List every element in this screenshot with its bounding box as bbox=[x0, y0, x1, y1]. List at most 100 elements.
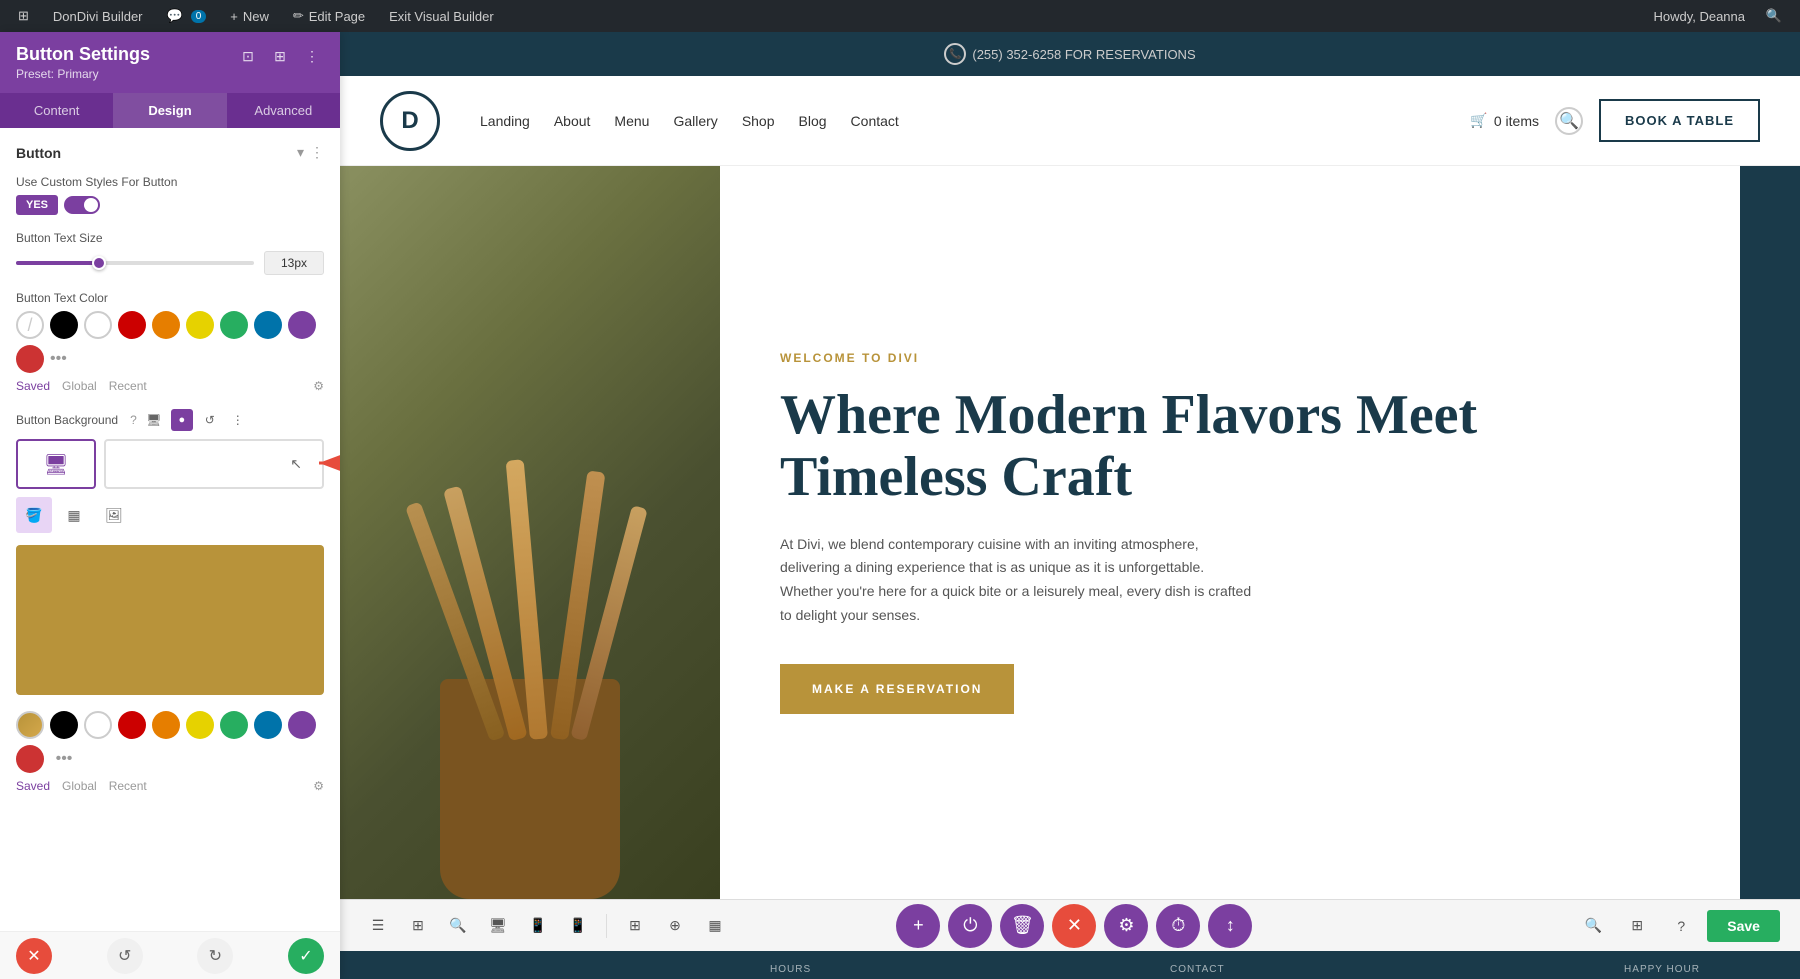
golden-swatch[interactable] bbox=[16, 711, 44, 739]
time-action-button[interactable]: ⏱ bbox=[1156, 904, 1200, 948]
red-swatch[interactable] bbox=[118, 311, 146, 339]
nav-blog[interactable]: Blog bbox=[799, 113, 827, 129]
toolbar-layout-icon[interactable]: ▦ bbox=[697, 908, 733, 944]
cancel-button[interactable]: ✕ bbox=[16, 938, 52, 974]
purple-swatch[interactable] bbox=[288, 311, 316, 339]
crimson-swatch[interactable] bbox=[16, 345, 44, 373]
site-name-link[interactable]: DonDivi Builder bbox=[45, 0, 151, 32]
power-action-button[interactable]: ⏻ bbox=[948, 904, 992, 948]
green-swatch[interactable] bbox=[220, 311, 248, 339]
panel-more-icon[interactable]: ⋮ bbox=[300, 44, 324, 68]
transparent-swatch[interactable] bbox=[16, 311, 44, 339]
save-button[interactable]: Save bbox=[1707, 910, 1780, 942]
tab-design[interactable]: Design bbox=[113, 93, 226, 128]
toggle-switch[interactable] bbox=[64, 196, 100, 214]
layers-right-btn[interactable]: ⊞ bbox=[1619, 908, 1655, 944]
toolbar-mobile-icon[interactable]: 📱 bbox=[560, 908, 596, 944]
bg-recent-tab[interactable]: Recent bbox=[109, 779, 147, 793]
section-more-icon[interactable]: ⋮ bbox=[310, 144, 324, 161]
help-right-btn[interactable]: ? bbox=[1663, 908, 1699, 944]
more-colors-button[interactable]: ••• bbox=[50, 350, 67, 368]
toolbar-search-icon[interactable]: 🔍 bbox=[440, 908, 476, 944]
global-tab[interactable]: Global bbox=[62, 379, 97, 393]
bg-saved-tab[interactable]: Saved bbox=[16, 779, 50, 793]
wp-logo[interactable]: ⊞ bbox=[10, 0, 37, 32]
crimson-swatch-2[interactable] bbox=[16, 745, 44, 773]
orange-swatch-2[interactable] bbox=[152, 711, 180, 739]
panel-settings-icon[interactable]: ⊡ bbox=[236, 44, 260, 68]
bg-image-type[interactable]: 🖼 bbox=[96, 497, 132, 533]
edit-page-link[interactable]: ✏ Edit Page bbox=[285, 0, 373, 32]
toggle-button[interactable]: YES bbox=[16, 195, 324, 215]
slider-thumb[interactable] bbox=[92, 256, 106, 270]
saved-tab[interactable]: Saved bbox=[16, 379, 50, 393]
comments-link[interactable]: 💬 0 bbox=[159, 0, 215, 32]
blue-swatch[interactable] bbox=[254, 311, 282, 339]
bg-white-preview[interactable]: ↖ bbox=[104, 439, 324, 489]
toolbar-desktop-icon[interactable]: 🖥 bbox=[480, 908, 516, 944]
nav-menu[interactable]: Menu bbox=[614, 113, 649, 129]
bg-color-filter-tabs: Saved Global Recent ⚙ bbox=[16, 779, 324, 793]
text-size-value[interactable]: 13px bbox=[264, 251, 324, 275]
collapse-icon[interactable]: ▾ bbox=[297, 144, 304, 161]
nav-about[interactable]: About bbox=[554, 113, 591, 129]
search-right-btn[interactable]: 🔍 bbox=[1575, 908, 1611, 944]
bg-active-icon[interactable]: ● bbox=[171, 409, 193, 431]
tab-advanced[interactable]: Advanced bbox=[227, 93, 340, 128]
white-swatch-2[interactable] bbox=[84, 711, 112, 739]
book-table-button[interactable]: BOOK A TABLE bbox=[1599, 99, 1760, 142]
admin-search-button[interactable]: 🔍 bbox=[1758, 0, 1790, 32]
site-nav: D Landing About Menu Gallery Shop Blog C… bbox=[340, 76, 1800, 166]
green-swatch-2[interactable] bbox=[220, 711, 248, 739]
black-swatch-2[interactable] bbox=[50, 711, 78, 739]
bg-solid-preview[interactable]: 🖥 bbox=[16, 439, 96, 489]
settings-action-button[interactable]: ⚙ bbox=[1104, 904, 1148, 948]
tab-content[interactable]: Content bbox=[0, 93, 113, 128]
yellow-swatch-2[interactable] bbox=[186, 711, 214, 739]
toolbar-wireframe-icon[interactable]: ⊞ bbox=[617, 908, 653, 944]
orange-swatch[interactable] bbox=[152, 311, 180, 339]
cart-info[interactable]: 🛒 0 items bbox=[1470, 112, 1539, 129]
reservation-button[interactable]: MAKE A RESERVATION bbox=[780, 664, 1014, 714]
transfer-action-button[interactable]: ↕ bbox=[1208, 904, 1252, 948]
nav-search-button[interactable]: 🔍 bbox=[1555, 107, 1583, 135]
yellow-swatch[interactable] bbox=[186, 311, 214, 339]
bg-global-tab[interactable]: Global bbox=[62, 779, 97, 793]
undo-button[interactable]: ↺ bbox=[107, 938, 143, 974]
bg-color-settings-icon[interactable]: ⚙ bbox=[313, 779, 324, 793]
bg-undo-icon[interactable]: ↺ bbox=[199, 409, 221, 431]
nav-gallery[interactable]: Gallery bbox=[673, 113, 717, 129]
toolbar-tablet-icon[interactable]: 📱 bbox=[520, 908, 556, 944]
bg-gradient-type[interactable]: ▦ bbox=[56, 497, 92, 533]
confirm-button[interactable]: ✓ bbox=[288, 938, 324, 974]
blue-swatch-2[interactable] bbox=[254, 711, 282, 739]
exit-builder-link[interactable]: Exit Visual Builder bbox=[381, 0, 502, 32]
toolbar-zoom-icon[interactable]: ⊕ bbox=[657, 908, 693, 944]
black-swatch[interactable] bbox=[50, 311, 78, 339]
bg-help-icon[interactable]: ? bbox=[130, 413, 137, 427]
color-settings-icon[interactable]: ⚙ bbox=[313, 379, 324, 393]
bg-color-type[interactable]: 🪣 bbox=[16, 497, 52, 533]
toolbar-menu-icon[interactable]: ☰ bbox=[360, 908, 396, 944]
nav-landing[interactable]: Landing bbox=[480, 113, 530, 129]
new-menu[interactable]: + New bbox=[222, 0, 277, 32]
recent-tab[interactable]: Recent bbox=[109, 379, 147, 393]
nav-shop[interactable]: Shop bbox=[742, 113, 775, 129]
delete-action-button[interactable]: 🗑 bbox=[1000, 904, 1044, 948]
text-size-track[interactable] bbox=[16, 261, 254, 265]
redo-button[interactable]: ↻ bbox=[197, 938, 233, 974]
purple-swatch-2[interactable] bbox=[288, 711, 316, 739]
nav-contact[interactable]: Contact bbox=[851, 113, 899, 129]
edit-page-text: Edit Page bbox=[309, 9, 365, 24]
bottom-actions: + ⏻ 🗑 ✕ ⚙ ⏱ ↕ bbox=[896, 904, 1252, 948]
panel-preset: Preset: Primary bbox=[16, 67, 150, 81]
bg-more-icon[interactable]: ⋮ bbox=[227, 409, 249, 431]
panel-columns-icon[interactable]: ⊞ bbox=[268, 44, 292, 68]
more-bg-colors-button[interactable]: ••• bbox=[50, 745, 78, 773]
close-action-button[interactable]: ✕ bbox=[1052, 904, 1096, 948]
toolbar-grid-icon[interactable]: ⊞ bbox=[400, 908, 436, 944]
add-action-button[interactable]: + bbox=[896, 904, 940, 948]
white-swatch[interactable] bbox=[84, 311, 112, 339]
red-swatch-2[interactable] bbox=[118, 711, 146, 739]
bg-desktop-icon[interactable]: 🖥 bbox=[143, 409, 165, 431]
